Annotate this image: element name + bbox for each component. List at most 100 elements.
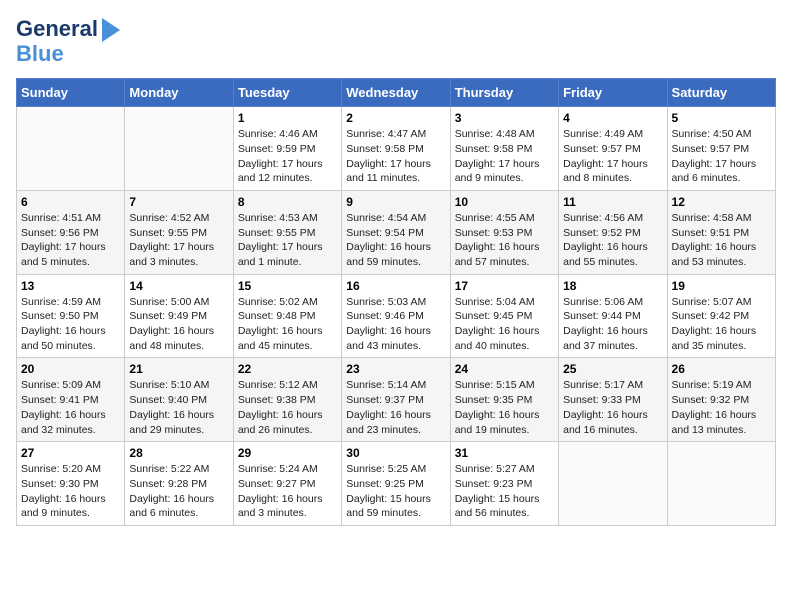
day-number: 9 (346, 195, 445, 209)
day-content: Sunrise: 4:59 AM Sunset: 9:50 PM Dayligh… (21, 295, 120, 354)
day-content: Sunrise: 5:12 AM Sunset: 9:38 PM Dayligh… (238, 378, 337, 437)
day-number: 30 (346, 446, 445, 460)
calendar-cell: 26 Sunrise: 5:19 AM Sunset: 9:32 PM Dayli… (667, 358, 775, 442)
day-content: Sunrise: 4:54 AM Sunset: 9:54 PM Dayligh… (346, 211, 445, 270)
calendar-week-4: 20 Sunrise: 5:09 AM Sunset: 9:41 PM Dayli… (17, 358, 776, 442)
calendar-cell: 15 Sunrise: 5:02 AM Sunset: 9:48 PM Dayli… (233, 274, 341, 358)
column-header-tuesday: Tuesday (233, 79, 341, 107)
logo: General Blue (16, 16, 120, 66)
calendar-cell: 29 Sunrise: 5:24 AM Sunset: 9:27 PM Dayli… (233, 442, 341, 526)
day-number: 1 (238, 111, 337, 125)
day-number: 27 (21, 446, 120, 460)
day-content: Sunrise: 5:03 AM Sunset: 9:46 PM Dayligh… (346, 295, 445, 354)
day-number: 28 (129, 446, 228, 460)
column-header-wednesday: Wednesday (342, 79, 450, 107)
calendar-cell: 17 Sunrise: 5:04 AM Sunset: 9:45 PM Dayli… (450, 274, 558, 358)
day-content: Sunrise: 5:09 AM Sunset: 9:41 PM Dayligh… (21, 378, 120, 437)
day-number: 16 (346, 279, 445, 293)
day-number: 13 (21, 279, 120, 293)
calendar-cell: 19 Sunrise: 5:07 AM Sunset: 9:42 PM Dayli… (667, 274, 775, 358)
calendar-cell: 7Sunrise: 4:52 AM Sunset: 9:55 PM Daylig… (125, 190, 233, 274)
day-content: Sunrise: 4:55 AM Sunset: 9:53 PM Dayligh… (455, 211, 554, 270)
day-content: Sunrise: 4:51 AM Sunset: 9:56 PM Dayligh… (21, 211, 120, 270)
day-number: 12 (672, 195, 771, 209)
calendar-cell: 27 Sunrise: 5:20 AM Sunset: 9:30 PM Dayli… (17, 442, 125, 526)
day-content: Sunrise: 4:49 AM Sunset: 9:57 PM Dayligh… (563, 127, 662, 186)
calendar-table: SundayMondayTuesdayWednesdayThursdayFrid… (16, 78, 776, 526)
calendar-cell: 11Sunrise: 4:56 AM Sunset: 9:52 PM Dayli… (559, 190, 667, 274)
calendar-header-row: SundayMondayTuesdayWednesdayThursdayFrid… (17, 79, 776, 107)
day-content: Sunrise: 5:24 AM Sunset: 9:27 PM Dayligh… (238, 462, 337, 521)
column-header-monday: Monday (125, 79, 233, 107)
day-number: 29 (238, 446, 337, 460)
day-number: 6 (21, 195, 120, 209)
day-content: Sunrise: 4:46 AM Sunset: 9:59 PM Dayligh… (238, 127, 337, 186)
calendar-cell: 13 Sunrise: 4:59 AM Sunset: 9:50 PM Dayli… (17, 274, 125, 358)
day-number: 3 (455, 111, 554, 125)
day-number: 26 (672, 362, 771, 376)
day-number: 19 (672, 279, 771, 293)
column-header-friday: Friday (559, 79, 667, 107)
day-content: Sunrise: 5:04 AM Sunset: 9:45 PM Dayligh… (455, 295, 554, 354)
calendar-cell: 10 Sunrise: 4:55 AM Sunset: 9:53 PM Dayli… (450, 190, 558, 274)
day-number: 21 (129, 362, 228, 376)
day-content: Sunrise: 4:58 AM Sunset: 9:51 PM Dayligh… (672, 211, 771, 270)
day-number: 4 (563, 111, 662, 125)
calendar-week-1: 1 Sunrise: 4:46 AM Sunset: 9:59 PM Daylig… (17, 107, 776, 191)
calendar-cell: 20 Sunrise: 5:09 AM Sunset: 9:41 PM Dayli… (17, 358, 125, 442)
day-content: Sunrise: 5:15 AM Sunset: 9:35 PM Dayligh… (455, 378, 554, 437)
logo-blue-text: Blue (16, 42, 64, 66)
day-content: Sunrise: 5:19 AM Sunset: 9:32 PM Dayligh… (672, 378, 771, 437)
calendar-cell: 12 Sunrise: 4:58 AM Sunset: 9:51 PM Dayli… (667, 190, 775, 274)
logo-text: General (16, 17, 98, 41)
day-number: 14 (129, 279, 228, 293)
calendar-cell: 1 Sunrise: 4:46 AM Sunset: 9:59 PM Daylig… (233, 107, 341, 191)
calendar-cell: 30 Sunrise: 5:25 AM Sunset: 9:25 PM Dayli… (342, 442, 450, 526)
calendar-cell: 28Sunrise: 5:22 AM Sunset: 9:28 PM Dayli… (125, 442, 233, 526)
day-number: 18 (563, 279, 662, 293)
page-header: General Blue (16, 16, 776, 66)
day-number: 5 (672, 111, 771, 125)
day-content: Sunrise: 5:07 AM Sunset: 9:42 PM Dayligh… (672, 295, 771, 354)
calendar-cell: 6 Sunrise: 4:51 AM Sunset: 9:56 PM Daylig… (17, 190, 125, 274)
calendar-cell: 22 Sunrise: 5:12 AM Sunset: 9:38 PM Dayli… (233, 358, 341, 442)
day-number: 20 (21, 362, 120, 376)
day-content: Sunrise: 5:20 AM Sunset: 9:30 PM Dayligh… (21, 462, 120, 521)
calendar-cell: 18 Sunrise: 5:06 AM Sunset: 9:44 PM Dayli… (559, 274, 667, 358)
day-content: Sunrise: 5:17 AM Sunset: 9:33 PM Dayligh… (563, 378, 662, 437)
column-header-thursday: Thursday (450, 79, 558, 107)
day-number: 15 (238, 279, 337, 293)
day-content: Sunrise: 4:53 AM Sunset: 9:55 PM Dayligh… (238, 211, 337, 270)
day-content: Sunrise: 5:02 AM Sunset: 9:48 PM Dayligh… (238, 295, 337, 354)
calendar-cell: 21 Sunrise: 5:10 AM Sunset: 9:40 PM Dayli… (125, 358, 233, 442)
day-number: 17 (455, 279, 554, 293)
calendar-cell: 16 Sunrise: 5:03 AM Sunset: 9:46 PM Dayli… (342, 274, 450, 358)
day-content: Sunrise: 4:48 AM Sunset: 9:58 PM Dayligh… (455, 127, 554, 186)
calendar-week-5: 27 Sunrise: 5:20 AM Sunset: 9:30 PM Dayli… (17, 442, 776, 526)
calendar-cell: 23Sunrise: 5:14 AM Sunset: 9:37 PM Dayli… (342, 358, 450, 442)
calendar-week-2: 6 Sunrise: 4:51 AM Sunset: 9:56 PM Daylig… (17, 190, 776, 274)
day-content: Sunrise: 4:52 AM Sunset: 9:55 PM Dayligh… (129, 211, 228, 270)
calendar-cell: 9 Sunrise: 4:54 AM Sunset: 9:54 PM Daylig… (342, 190, 450, 274)
column-header-sunday: Sunday (17, 79, 125, 107)
day-content: Sunrise: 5:06 AM Sunset: 9:44 PM Dayligh… (563, 295, 662, 354)
day-content: Sunrise: 5:25 AM Sunset: 9:25 PM Dayligh… (346, 462, 445, 521)
calendar-cell: 2 Sunrise: 4:47 AM Sunset: 9:58 PM Daylig… (342, 107, 450, 191)
calendar-cell (667, 442, 775, 526)
calendar-cell (17, 107, 125, 191)
calendar-cell: 14Sunrise: 5:00 AM Sunset: 9:49 PM Dayli… (125, 274, 233, 358)
calendar-body: 1 Sunrise: 4:46 AM Sunset: 9:59 PM Daylig… (17, 107, 776, 526)
calendar-week-3: 13 Sunrise: 4:59 AM Sunset: 9:50 PM Dayli… (17, 274, 776, 358)
day-content: Sunrise: 4:50 AM Sunset: 9:57 PM Dayligh… (672, 127, 771, 186)
calendar-cell: 8Sunrise: 4:53 AM Sunset: 9:55 PM Daylig… (233, 190, 341, 274)
day-number: 23 (346, 362, 445, 376)
day-number: 31 (455, 446, 554, 460)
day-number: 24 (455, 362, 554, 376)
day-content: Sunrise: 5:10 AM Sunset: 9:40 PM Dayligh… (129, 378, 228, 437)
logo-arrow-icon (102, 18, 120, 42)
day-number: 2 (346, 111, 445, 125)
day-content: Sunrise: 4:47 AM Sunset: 9:58 PM Dayligh… (346, 127, 445, 186)
day-number: 10 (455, 195, 554, 209)
calendar-cell: 5 Sunrise: 4:50 AM Sunset: 9:57 PM Daylig… (667, 107, 775, 191)
day-number: 22 (238, 362, 337, 376)
